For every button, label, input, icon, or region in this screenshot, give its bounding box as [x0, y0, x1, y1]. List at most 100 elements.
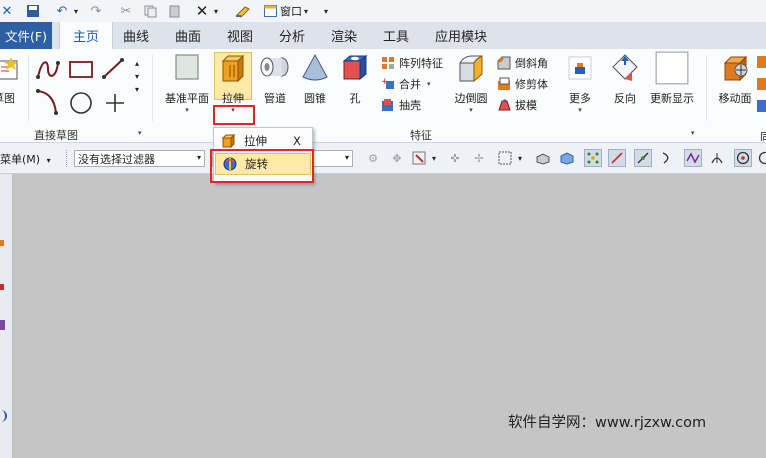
type-filter-select[interactable]: 没有选择过滤器 ▾	[74, 150, 205, 167]
rectangle-select-icon[interactable]	[496, 149, 514, 167]
window-menu[interactable]: 窗口 ▾	[264, 2, 322, 20]
snap-arc-center-icon[interactable]	[734, 149, 752, 167]
select-face-rule-icon[interactable]	[410, 149, 428, 167]
window-label: 窗口	[280, 5, 302, 18]
tab-tools[interactable]: 工具	[374, 22, 418, 49]
trim-body-icon	[498, 77, 510, 90]
tab-surface[interactable]: 曲面	[166, 22, 210, 49]
repeat-command-icon[interactable]	[234, 2, 252, 20]
snap-relation-icon[interactable]: ✢	[470, 149, 488, 167]
cone-button[interactable]: 圆锥	[293, 53, 337, 106]
move-face-button[interactable]: 移动面	[713, 53, 757, 106]
draft-button[interactable]: 拔模	[497, 96, 537, 114]
resource-tab-icon[interactable]	[0, 284, 4, 290]
tube-icon	[260, 57, 289, 77]
ribbon-panel: 草图 ▴▾▾ 直接草图 ▾ 基准平面 ▾ 拉伸 ▾ 管道 圆锥 孔	[0, 49, 766, 143]
update-display-button[interactable]: 更新显示	[648, 51, 696, 106]
selection-bar: 菜单(M) ▾ 没有选择过滤器 ▾ ▾ ⚙ ✥ ▾ ✜ ✢ ▾	[0, 143, 766, 174]
tab-view[interactable]: 视图	[218, 22, 262, 49]
pattern-feature-icon	[382, 57, 394, 69]
select-relation-icon[interactable]: ✥	[388, 149, 406, 167]
group-label-direct-sketch: 直接草图	[34, 129, 78, 142]
feature-group-options-icon[interactable]: ▾	[691, 129, 695, 137]
paste-icon[interactable]	[166, 2, 182, 20]
sketch-icon	[0, 57, 18, 80]
hole-button[interactable]: 孔	[333, 53, 377, 106]
divider	[706, 55, 707, 121]
chevron-down-icon[interactable]: ▾	[516, 149, 524, 167]
select-solid-icon[interactable]	[534, 149, 552, 167]
save-icon[interactable]	[24, 2, 42, 20]
pattern-feature-button[interactable]: 阵列特征	[381, 54, 443, 72]
unite-dropdown-icon[interactable]: ▾	[427, 80, 431, 88]
snap-tangent-icon[interactable]	[708, 149, 726, 167]
tube-button[interactable]: 管道	[255, 53, 295, 106]
copy-icon[interactable]	[142, 2, 158, 20]
divider	[28, 55, 29, 121]
move-face-icon	[723, 55, 748, 82]
line-icon[interactable]	[102, 58, 124, 79]
quick-access-toolbar: ✕ ↶ ▾ ↷ ✂ ✕ ▾ 窗口 ▾ ▾	[0, 0, 766, 23]
undo-icon[interactable]: ↶	[54, 2, 70, 20]
divider	[152, 55, 153, 121]
datum-plane-icon	[175, 54, 199, 80]
overflow-icons[interactable]	[757, 54, 766, 117]
more-button[interactable]: 更多 ▾	[559, 53, 601, 114]
highlight-box-revolve	[210, 149, 314, 183]
menu-button[interactable]: 菜单(M) ▾	[0, 151, 51, 167]
qat-customize-icon[interactable]: ▾	[322, 2, 330, 20]
sketch-button[interactable]: 草图	[0, 53, 24, 106]
delete-dropdown-icon[interactable]: ▾	[212, 2, 220, 20]
tab-analysis[interactable]: 分析	[270, 22, 314, 49]
tab-curve[interactable]: 曲线	[114, 22, 158, 49]
snap-intersection-icon[interactable]	[684, 149, 702, 167]
delete-icon[interactable]: ✕	[194, 2, 210, 20]
select-body-icon[interactable]	[558, 149, 576, 167]
snap-grid-icon[interactable]	[584, 149, 602, 167]
cut-icon[interactable]: ✂	[118, 2, 134, 20]
resource-tab-icon[interactable]	[0, 410, 7, 422]
snap-endpoint-icon[interactable]	[608, 149, 626, 167]
arc-icon[interactable]	[36, 89, 58, 115]
menu-item-shortcut: X	[293, 134, 301, 148]
tab-application[interactable]: 应用模块	[428, 22, 494, 49]
snap-midpoint-icon[interactable]	[634, 149, 652, 167]
group-options-icon[interactable]: ▾	[138, 129, 142, 137]
cone-icon	[302, 53, 328, 81]
update-display-icon	[655, 51, 689, 85]
point-icon[interactable]	[106, 94, 124, 112]
app-close-icon[interactable]: ✕	[0, 2, 14, 20]
chevron-down-icon: ▾	[304, 6, 309, 16]
tab-file[interactable]: 文件(F)	[0, 22, 52, 49]
shell-button[interactable]: 抽壳	[381, 96, 421, 114]
edge-blend-button[interactable]: 边倒圆 ▾	[449, 53, 493, 114]
resource-tab-icon[interactable]	[0, 320, 5, 330]
snap-quadrant-icon[interactable]	[758, 149, 766, 167]
sketch-curve-tools	[34, 57, 134, 122]
tab-home[interactable]: 主页	[59, 22, 113, 49]
tab-render[interactable]: 渲染	[322, 22, 366, 49]
draft-icon	[498, 99, 511, 111]
datum-plane-button[interactable]: 基准平面 ▾	[163, 53, 211, 114]
chamfer-icon	[497, 56, 511, 70]
select-feature-icon[interactable]: ⚙	[364, 149, 382, 167]
snap-control-point-icon[interactable]	[658, 149, 676, 167]
trim-body-button[interactable]: 修剪体	[497, 75, 548, 93]
redo-icon[interactable]: ↷	[88, 2, 104, 20]
snap-point-icon[interactable]: ✜	[446, 149, 464, 167]
toolbar-grip	[66, 150, 69, 167]
reverse-direction-icon	[612, 54, 638, 81]
resource-tab-icon[interactable]	[0, 240, 4, 246]
chamfer-button[interactable]: 倒斜角	[497, 54, 548, 72]
chevron-down-icon: ▾	[46, 156, 51, 165]
studio-spline-icon[interactable]	[36, 61, 60, 79]
edge-blend-icon	[459, 55, 483, 83]
group-label-feature: 特征	[410, 129, 432, 142]
sketch-gallery-scroll[interactable]: ▴ ▾ ▾	[135, 57, 139, 96]
undo-dropdown-icon[interactable]: ▾	[72, 2, 80, 20]
unite-button[interactable]: + 合并 ▾	[381, 75, 431, 93]
rectangle-icon[interactable]	[69, 61, 93, 78]
reverse-button[interactable]: 反向	[603, 53, 647, 106]
circle-icon[interactable]	[70, 92, 92, 114]
chevron-down-icon[interactable]: ▾	[430, 149, 438, 167]
